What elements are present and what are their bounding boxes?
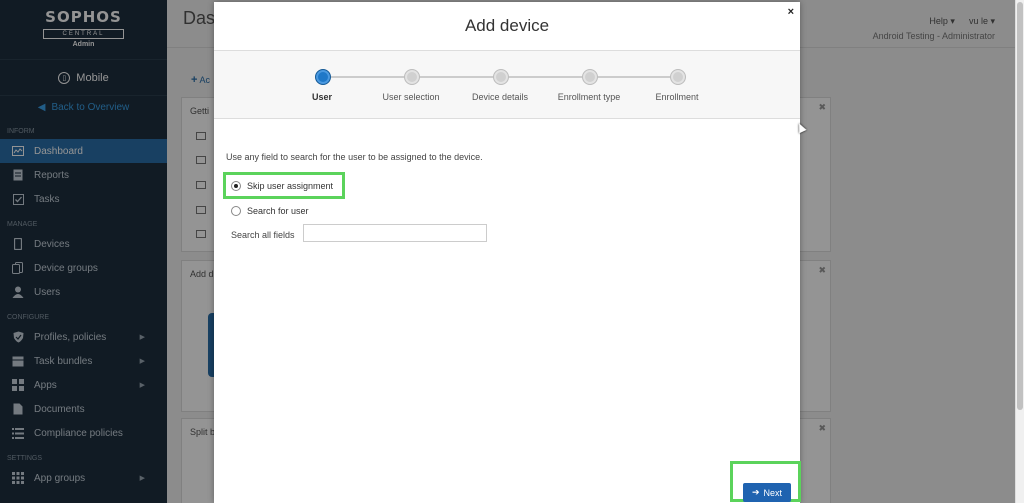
page-scrollbar[interactable]: [1015, 0, 1024, 503]
search-user-radio[interactable]: [231, 206, 241, 216]
search-all-fields-label: Search all fields: [231, 230, 295, 240]
dialog-body: Use any field to search for the user to …: [214, 120, 800, 242]
wizard-steps: [214, 51, 800, 119]
scrollbar-thumb[interactable]: [1017, 2, 1023, 410]
step-device-details-dot: [493, 69, 509, 85]
step-enrollment-dot: [670, 69, 686, 85]
close-icon[interactable]: ×: [788, 6, 794, 18]
step-enrollment-type-dot: [582, 69, 598, 85]
search-user-label: Search for user: [247, 206, 309, 216]
arrow-right-icon: ➔: [751, 487, 760, 497]
step-enrollment-label: Enrollment: [655, 92, 699, 102]
step-device-details-label: Device details: [471, 92, 529, 102]
step-user-label: User: [311, 92, 333, 102]
skip-highlight: Skip user assignment: [223, 172, 345, 199]
step-user-selection-label: User selection: [382, 92, 440, 102]
step-enrollment-type-label: Enrollment type: [557, 92, 621, 102]
search-all-fields-input[interactable]: [303, 224, 487, 242]
add-device-dialog: × Add device User User selection Device …: [214, 2, 800, 503]
next-button[interactable]: ➔ Next: [743, 483, 791, 502]
instruction-text: Use any field to search for the user to …: [226, 152, 483, 162]
skip-user-radio[interactable]: [231, 180, 241, 191]
search-user-option[interactable]: Search for user: [231, 202, 309, 220]
step-user-selection-dot: [404, 69, 420, 85]
step-user-dot: [315, 69, 331, 85]
dialog-title: Add device: [214, 2, 800, 51]
skip-user-option[interactable]: Skip user assignment: [231, 177, 333, 195]
skip-user-label: Skip user assignment: [247, 180, 334, 191]
next-label: Next: [763, 487, 783, 498]
